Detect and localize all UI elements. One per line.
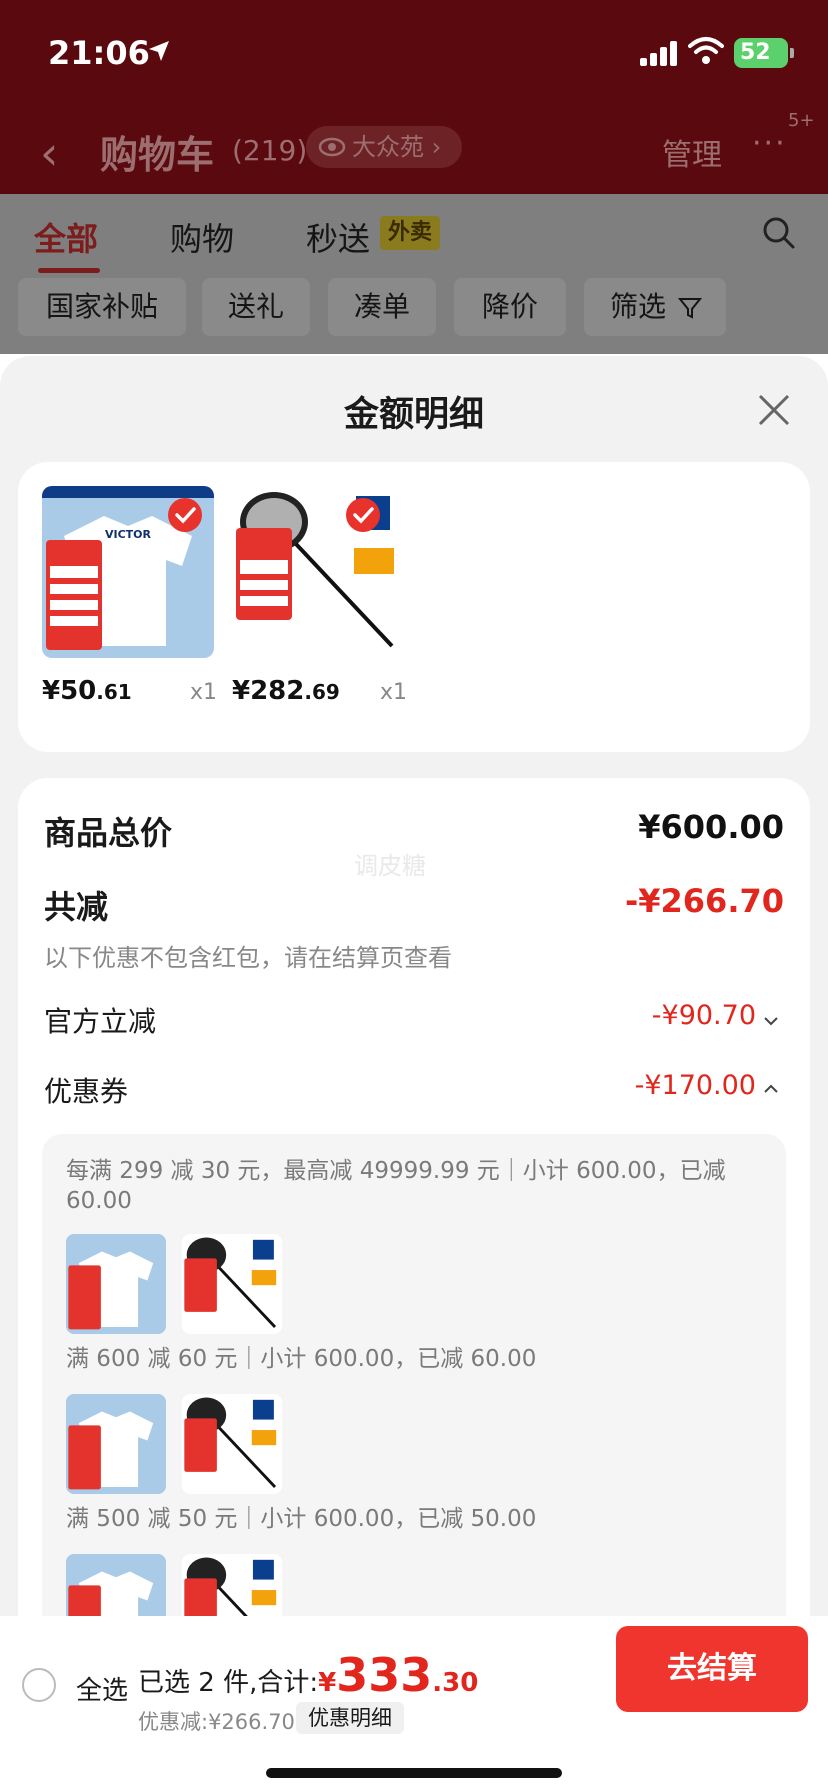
discount-note: 以下优惠不包含红包，请在结算页查看 [44, 944, 452, 972]
status-bar: 21:06 52 [0, 0, 828, 110]
chevron-right-icon: › [424, 133, 442, 161]
location-label: 大众苑 [352, 133, 424, 161]
coupon-rule: 每满 299 减 30 元，最高减 49999.99 元｜小计 600.00，已… [66, 1158, 726, 1214]
check-icon [168, 498, 202, 532]
racket-image [232, 486, 404, 658]
total-line: 已选 2 件,合计:¥333.30 [138, 1648, 478, 1702]
eye-icon [318, 137, 346, 157]
close-icon[interactable] [756, 392, 792, 428]
discount-label: 共减 [44, 888, 109, 926]
chevron-down-icon[interactable] [762, 1012, 780, 1030]
product-qty: x1 [380, 680, 408, 705]
total-amount: ¥333.30 [318, 1648, 479, 1702]
svg-text:VICTOR: VICTOR [105, 528, 152, 541]
coupon-rule: 满 500 减 50 元｜小计 600.00，已减 50.00 [66, 1506, 537, 1532]
chevron-left-icon[interactable]: ‹ [40, 126, 58, 180]
filter-gift[interactable]: 送礼 [202, 278, 310, 336]
watermark: 调皮糖 [354, 852, 426, 880]
takeaway-tag: 外卖 [380, 216, 440, 250]
location-chip[interactable]: 大众苑 › [306, 126, 462, 168]
funnel-icon [678, 298, 702, 319]
discount-detail-button[interactable]: 优惠明细 [296, 1702, 404, 1734]
coupon-value[interactable]: -¥170.00 [635, 1070, 756, 1101]
amount-detail-sheet: 金额明细 VICTOR ¥50.61 x1 ¥282.69 x1 商品总价 ¥6… [0, 356, 828, 1792]
search-icon[interactable] [762, 216, 796, 250]
tabs-area: 全部 购物 秒送 外卖 国家补贴 送礼 凑单 降价 筛选 [0, 194, 828, 354]
products-card: VICTOR ¥50.61 x1 ¥282.69 x1 [18, 462, 810, 752]
cart-count: (219) [232, 134, 308, 167]
discount-summary: 优惠减:¥266.70 [138, 1710, 295, 1734]
cellular-signal-icon [640, 40, 680, 66]
product-qty: x1 [190, 680, 218, 705]
filter-bundle[interactable]: 凑单 [328, 278, 436, 336]
selected-count: 已选 2 件,合计: [138, 1668, 319, 1698]
more-badge: 5+ [788, 110, 815, 131]
filter-price-drop[interactable]: 降价 [454, 278, 566, 336]
status-time: 21:06 [48, 34, 150, 72]
racket-thumb [182, 1394, 282, 1494]
tab-instant[interactable]: 秒送 [306, 214, 370, 260]
official-discount-label[interactable]: 官方立减 [44, 1000, 156, 1040]
total-price-label: 商品总价 [44, 814, 173, 852]
select-all-label[interactable]: 全选 [76, 1670, 128, 1707]
tab-underline [38, 268, 100, 273]
battery-icon: 52 [734, 38, 794, 68]
total-price-value: ¥600.00 [638, 808, 784, 846]
coupon-rule: 满 600 减 60 元｜小计 600.00，已减 60.00 [66, 1346, 537, 1372]
nav-bar: ‹ 购物车 (219) 大众苑 › 管理 ··· 5+ [0, 110, 828, 194]
discount-value: -¥266.70 [624, 882, 784, 920]
coupon-label[interactable]: 优惠券 [44, 1070, 128, 1110]
select-all-radio[interactable] [22, 1668, 56, 1702]
chevron-up-icon[interactable] [762, 1080, 780, 1098]
product-price: ¥282.69 [232, 676, 340, 706]
filter-national-subsidy[interactable]: 国家补贴 [18, 278, 186, 336]
check-icon [346, 498, 380, 532]
racket-thumb [182, 1234, 282, 1334]
coupon-thumbs [66, 1234, 290, 1334]
more-icon[interactable]: ··· [752, 126, 787, 161]
filter-button[interactable]: 筛选 [584, 278, 726, 336]
tab-shopping[interactable]: 购物 [170, 214, 234, 260]
tshirt-image: VICTOR [42, 486, 214, 658]
checkout-bar: 全选 已选 2 件,合计:¥333.30 优惠减:¥266.70 优惠明细 去结… [0, 1616, 828, 1792]
filter-label: 筛选 [610, 290, 667, 323]
official-discount-value[interactable]: -¥90.70 [652, 1000, 756, 1031]
tshirt-thumb [66, 1234, 166, 1334]
home-indicator [266, 1768, 562, 1778]
product-price: ¥50.61 [42, 676, 132, 706]
wifi-icon [688, 37, 724, 64]
checkout-button[interactable]: 去结算 [616, 1626, 808, 1712]
location-arrow-icon [149, 41, 169, 61]
coupon-thumbs [66, 1394, 290, 1494]
tshirt-thumb [66, 1394, 166, 1494]
manage-button[interactable]: 管理 [662, 130, 722, 174]
sheet-title: 金额明细 [343, 395, 484, 435]
tab-all[interactable]: 全部 [34, 214, 98, 260]
page-title: 购物车 [100, 133, 215, 177]
